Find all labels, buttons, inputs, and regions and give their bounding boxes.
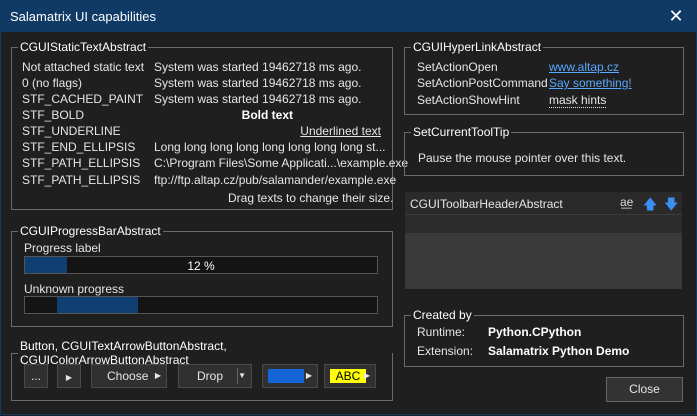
title-bar: Salamatrix UI capabilities ✕ <box>0 0 697 32</box>
hyperlink-label: SetActionOpen <box>417 60 498 74</box>
tooltip-text[interactable]: Pause the mouse pointer over this text. <box>418 151 626 165</box>
close-button[interactable]: Close <box>606 377 683 402</box>
static-hint: Drag texts to change their size. <box>228 191 394 205</box>
created-by-legend: Created by <box>413 308 472 322</box>
static-row-value: ftp://ftp.altap.cz/pub/salamander/exampl… <box>154 173 397 187</box>
static-row-label: STF_PATH_ELLIPSIS <box>22 156 141 170</box>
progress-label: Progress label <box>24 241 101 255</box>
color-blue-button[interactable]: ▶ <box>262 364 318 388</box>
toolbar-header: CGUIToolbarHeaderAbstract a͟e 🡅 🡇 <box>405 192 682 215</box>
color-swatch-blue <box>268 369 304 383</box>
chevron-down-icon[interactable]: ▼ <box>238 365 246 387</box>
static-row-value: Long long long long long long long long … <box>154 140 386 154</box>
progress-bar: 12 % <box>24 256 378 274</box>
hyperlink-legend: CGUIHyperLinkAbstract <box>413 40 542 54</box>
arrow-button[interactable]: ▶ <box>57 364 81 388</box>
hyperlink-label: SetActionShowHint <box>417 93 520 107</box>
hyperlink-open[interactable]: www.altap.cz <box>549 60 619 74</box>
static-row-value: C:\Program Files\Some Applicati...\examp… <box>154 156 409 170</box>
runtime-value: Python.CPython <box>488 325 582 339</box>
static-row-label: STF_END_ELLIPSIS <box>22 140 136 154</box>
unknown-progress-label: Unknown progress <box>24 282 125 296</box>
tooltip-legend: SetCurrentToolTip <box>413 125 510 139</box>
unknown-progress-fill <box>57 297 138 313</box>
buttons-legend: Button, CGUITextArrowButtonAbstract, CGU… <box>20 339 227 367</box>
choose-button-label: Choose <box>107 369 149 383</box>
arrow-right-icon: ▶ <box>363 371 370 380</box>
toolbar-header-title: CGUIToolbarHeaderAbstract <box>410 197 563 211</box>
extension-value: Salamatrix Python Demo <box>488 344 630 358</box>
arrow-right-icon: ▶ <box>305 371 312 380</box>
toolbar-strip <box>405 215 682 233</box>
ellipsis-button[interactable]: ... <box>24 364 48 388</box>
extension-label: Extension: <box>417 344 474 358</box>
drop-button-label: Drop <box>197 369 224 383</box>
static-text-legend: CGUIStaticTextAbstract <box>20 40 147 54</box>
underlined-text: Underlined text <box>300 124 381 138</box>
hyperlink-show-hint[interactable]: mask hints <box>549 93 607 108</box>
color-yellow-button[interactable]: ABC ▶ <box>324 364 376 388</box>
static-row-label: STF_CACHED_PAINT <box>22 92 144 106</box>
static-row-value: System was started 19462718 ms ago. <box>154 92 362 106</box>
arrow-right-icon: ▶ <box>65 373 73 382</box>
drop-button[interactable]: Drop ▼ <box>178 364 252 388</box>
text-cursor-icon[interactable]: a͟e <box>620 195 633 209</box>
hyperlink-label: SetActionPostCommand <box>417 76 548 90</box>
color-swatch-abc: ABC <box>330 369 366 383</box>
unknown-progress-bar <box>24 296 378 314</box>
progress-percent: 12 % <box>187 259 215 273</box>
close-icon[interactable]: ✕ <box>665 5 687 27</box>
static-row-value: System was started 19462718 ms ago. <box>154 60 362 74</box>
static-row-label: Not attached static text <box>22 60 145 74</box>
static-row-label: 0 (no flags) <box>22 76 83 90</box>
hyperlink-post-command[interactable]: Say something! <box>549 76 632 90</box>
window-title: Salamatrix UI capabilities <box>10 9 156 24</box>
progress-legend: CGUIProgressBarAbstract <box>20 224 161 238</box>
static-row-label: STF_PATH_ELLIPSIS <box>22 173 141 187</box>
runtime-label: Runtime: <box>417 325 466 339</box>
choose-button[interactable]: Choose ▶ <box>91 364 167 388</box>
arrow-right-icon: ▶ <box>154 371 161 380</box>
bold-text: Bold text <box>241 108 293 122</box>
static-row-label: STF_UNDERLINE <box>22 124 121 138</box>
static-row-value: System was started 19462718 ms ago. <box>154 76 362 90</box>
static-row-label: STF_BOLD <box>22 108 85 122</box>
